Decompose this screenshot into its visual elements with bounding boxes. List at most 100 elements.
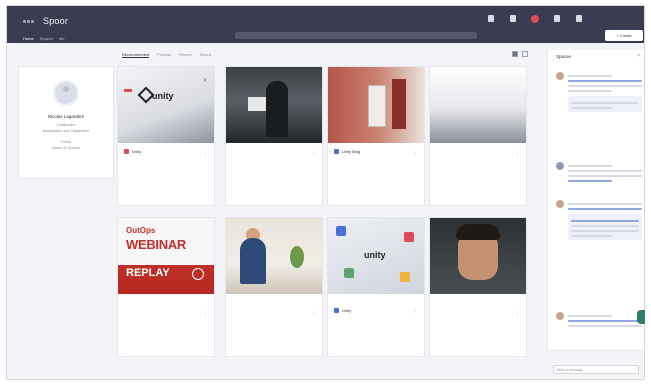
avatar[interactable] bbox=[556, 200, 564, 208]
card-thumbnail[interactable] bbox=[430, 218, 526, 294]
person-shape bbox=[240, 238, 266, 284]
message-line bbox=[568, 320, 642, 322]
avatar[interactable] bbox=[556, 162, 564, 170]
card-thumbnail[interactable] bbox=[226, 67, 322, 143]
more-menu-icon[interactable]: ⋮ bbox=[413, 150, 418, 156]
message-line bbox=[568, 170, 642, 172]
sign-shape bbox=[248, 97, 266, 111]
message-bubble[interactable] bbox=[568, 96, 642, 112]
card-source-label: Unity bbox=[342, 308, 352, 313]
avatar[interactable] bbox=[556, 312, 564, 320]
top-tab-spaces[interactable]: Spaces bbox=[40, 36, 53, 41]
message-author bbox=[568, 315, 613, 317]
play-icon[interactable] bbox=[192, 268, 204, 280]
accent-bar bbox=[124, 89, 132, 92]
unity-logo: unity bbox=[152, 91, 174, 101]
create-button[interactable]: + Create bbox=[605, 30, 643, 41]
content-card[interactable]: ⋮ bbox=[225, 66, 323, 206]
activity-panel: Spaces × bbox=[547, 50, 644, 350]
profile-role: Collaborator bbox=[56, 123, 76, 127]
more-menu-icon[interactable]: ⋮ bbox=[311, 310, 316, 316]
tab-saved[interactable]: Saved bbox=[200, 52, 211, 58]
deco-block bbox=[344, 268, 354, 278]
bubble-line bbox=[571, 220, 639, 222]
bubble-line bbox=[571, 102, 639, 104]
bell-icon[interactable] bbox=[529, 15, 541, 31]
card-source-label: Unity bbox=[132, 149, 142, 154]
brand-name[interactable]: Spoor bbox=[43, 16, 68, 26]
card-source[interactable]: Unity bbox=[124, 149, 208, 154]
plant-shape bbox=[290, 246, 304, 268]
card-thumbnail[interactable] bbox=[328, 67, 424, 143]
more-menu-icon[interactable]: ⋮ bbox=[413, 309, 418, 315]
feed-tabs: Recommended Popular Recent Saved bbox=[122, 52, 211, 58]
bubble-line bbox=[571, 225, 639, 227]
close-icon[interactable]: × bbox=[637, 53, 640, 59]
webinar-heading: WEBINAR bbox=[126, 237, 187, 252]
message-input[interactable]: Write a message bbox=[553, 365, 639, 374]
profile-name[interactable]: Nicolas Lagardere bbox=[19, 114, 113, 119]
avatar[interactable] bbox=[53, 80, 79, 106]
app-logo-icon[interactable] bbox=[23, 19, 37, 25]
tab-recommended[interactable]: Recommended bbox=[122, 52, 150, 58]
avatar[interactable] bbox=[556, 72, 564, 80]
more-menu-icon[interactable]: ⋮ bbox=[203, 150, 208, 156]
content-card[interactable]: unity Unity ⋮ bbox=[327, 217, 425, 357]
top-nav: Home Spaces Me bbox=[23, 36, 65, 41]
content-card[interactable]: Unity Blog ⋮ bbox=[327, 66, 425, 206]
message-line bbox=[568, 175, 642, 177]
content-card[interactable]: OutOps WEBINAR REPLAY ⋮ bbox=[117, 217, 215, 357]
figure-shape bbox=[266, 81, 288, 137]
message-line bbox=[568, 90, 613, 92]
content-card[interactable]: ⋮ bbox=[429, 217, 527, 357]
message-bubble[interactable] bbox=[568, 214, 642, 240]
content-card[interactable]: unity › Unity ⋮ bbox=[117, 66, 215, 206]
deco-block bbox=[404, 232, 414, 242]
poster-shape bbox=[392, 79, 406, 129]
content-card[interactable]: ⋮ bbox=[429, 66, 527, 206]
bubble-line bbox=[571, 235, 612, 237]
more-menu-icon[interactable]: ⋮ bbox=[203, 310, 208, 316]
deco-block bbox=[336, 226, 346, 236]
message-author bbox=[568, 75, 613, 77]
notes-icon[interactable] bbox=[485, 15, 497, 31]
webinar-brand: OutOps bbox=[126, 226, 156, 235]
content-card[interactable]: ⋮ bbox=[225, 217, 323, 357]
top-tab-me[interactable]: Me bbox=[59, 36, 65, 41]
message-composer: Write a message bbox=[547, 350, 644, 379]
chevron-icon: › bbox=[203, 75, 206, 84]
card-thumbnail[interactable]: OutOps WEBINAR REPLAY bbox=[118, 218, 214, 294]
tab-recent[interactable]: Recent bbox=[179, 52, 192, 58]
pin-icon[interactable] bbox=[507, 15, 519, 31]
card-thumbnail[interactable] bbox=[430, 67, 526, 143]
card-thumbnail[interactable] bbox=[226, 218, 322, 294]
card-thumbnail[interactable]: unity › bbox=[118, 67, 214, 143]
app-window: Spoor Home Spaces Me + Create Nicolas La… bbox=[6, 5, 645, 380]
grid-icon[interactable] bbox=[573, 15, 585, 31]
message-line bbox=[568, 80, 642, 82]
card-source[interactable]: Unity bbox=[334, 308, 418, 313]
profile-subtitle: Ambassador and Collaborator bbox=[42, 129, 90, 133]
card-source[interactable]: Unity Blog bbox=[334, 149, 418, 154]
grid-view-icon[interactable] bbox=[512, 51, 518, 57]
card-thumbnail[interactable]: unity bbox=[328, 218, 424, 294]
profile-follow-link[interactable]: Follow bbox=[19, 140, 113, 145]
unity-logo: unity bbox=[364, 250, 386, 260]
profile-card: Nicolas Lagardere Collaborator Ambassado… bbox=[18, 66, 114, 179]
source-icon bbox=[334, 308, 339, 313]
more-menu-icon[interactable]: ⋮ bbox=[311, 150, 316, 156]
inbox-icon[interactable] bbox=[551, 15, 563, 31]
webinar-replay: REPLAY bbox=[126, 267, 170, 279]
search-input[interactable] bbox=[235, 32, 477, 39]
side-launcher-icon[interactable] bbox=[637, 310, 645, 324]
top-icon-group bbox=[485, 15, 585, 31]
list-view-icon[interactable] bbox=[522, 51, 528, 57]
hair-shape bbox=[456, 224, 500, 240]
message-line bbox=[568, 325, 642, 327]
more-menu-icon[interactable]: ⋮ bbox=[515, 150, 520, 156]
more-menu-icon[interactable]: ⋮ bbox=[515, 310, 520, 316]
card-source-label: Unity Blog bbox=[342, 149, 361, 154]
tab-popular[interactable]: Popular bbox=[157, 52, 171, 58]
top-tab-home[interactable]: Home bbox=[23, 36, 34, 41]
message-line bbox=[568, 208, 642, 210]
